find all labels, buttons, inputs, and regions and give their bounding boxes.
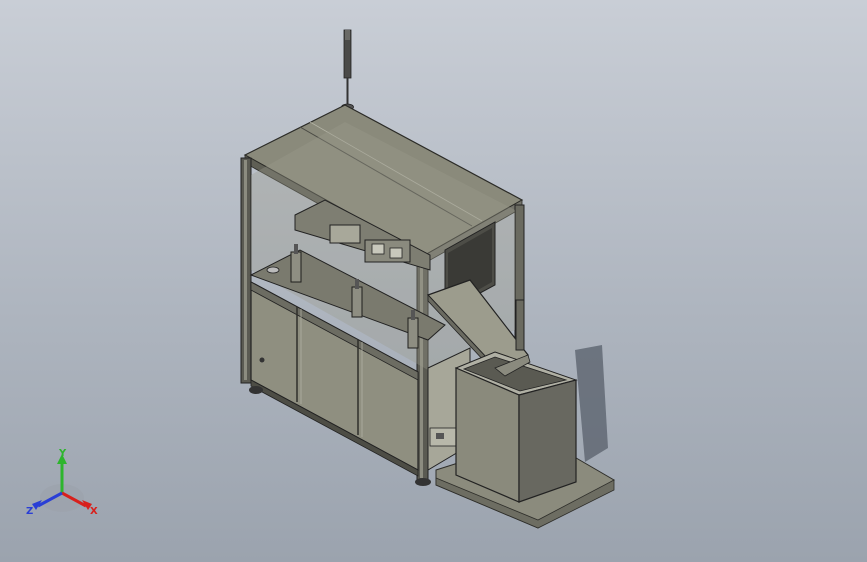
foot-front — [415, 478, 431, 486]
collection-bin[interactable] — [454, 351, 578, 503]
x-axis-label: X — [90, 506, 98, 517]
foot-left — [249, 386, 263, 394]
frame-post-back-right-lower — [515, 299, 525, 351]
coordinate-triad-icon: Y X Z — [26, 448, 98, 517]
y-axis-label: Y — [58, 448, 67, 459]
cad-viewport[interactable]: Y X Z — [0, 0, 867, 562]
bin-shadow — [575, 345, 608, 462]
z-axis-label: Z — [26, 506, 33, 517]
signal-tower-icon[interactable] — [341, 29, 354, 111]
cabinet-knob[interactable] — [259, 357, 265, 363]
bin-right-face — [518, 379, 577, 503]
machine-model[interactable] — [0, 0, 867, 562]
gantry-block — [329, 224, 361, 244]
